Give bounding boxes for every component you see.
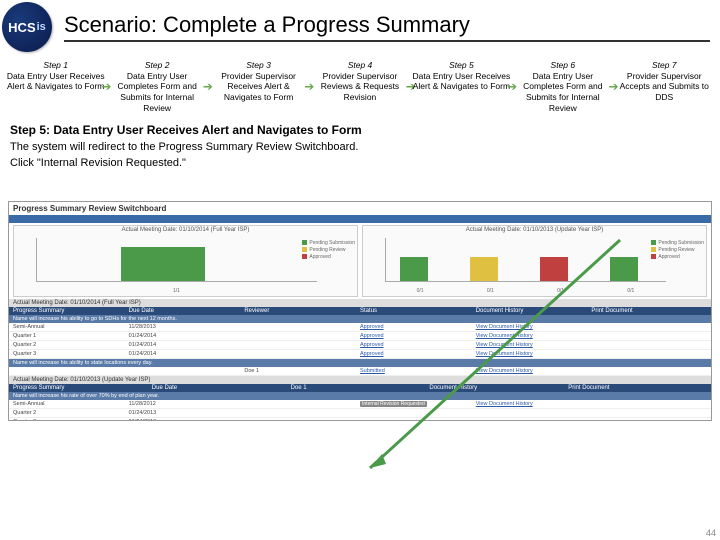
internal-revision-requested-link[interactable]: Internal Revision Requested [360, 401, 427, 407]
table-row: Quarter 201/24/2014ApprovedView Document… [9, 341, 711, 350]
ps-header: Progress SummaryDue DateReviewerStatusDo… [9, 307, 711, 315]
table-row: Quarter 101/24/2014ApprovedView Document… [9, 332, 711, 341]
step-flow: Step 1Data Entry User Receives Alert & N… [0, 52, 720, 119]
step-2: Step 2Data Entry User Completes Form and… [107, 60, 206, 113]
gray-band-1: Actual Meeting Date: 01/10/2014 (Full Ye… [9, 299, 711, 307]
chart-2: Actual Meeting Date: 01/10/2013 (Update … [362, 225, 707, 297]
step-1: Step 1Data Entry User Receives Alert & N… [6, 60, 105, 113]
goal-row: Name will increase his rate of over 70% … [9, 392, 711, 400]
legend: Pending Submission Pending Review Approv… [302, 240, 355, 261]
table-row: Semi-Annual11/28/2013ApprovedView Docume… [9, 323, 711, 332]
table-row: Quarter 301/24/2014ApprovedView Document… [9, 350, 711, 359]
header: HCSis Scenario: Complete a Progress Summ… [0, 0, 720, 52]
step-5: Step 5Data Entry User Receives Alert & N… [412, 60, 511, 113]
step-4: Step 4Provider Supervisor Reviews & Requ… [310, 60, 409, 113]
page-number: 44 [706, 528, 716, 538]
embedded-screenshot: Progress Summary Review Switchboard Actu… [8, 201, 712, 421]
switchboard-title: Progress Summary Review Switchboard [9, 202, 711, 215]
logo: HCSis [2, 2, 52, 52]
table-row: Quarter 301/24/2013 [9, 418, 711, 421]
goal-row: Name will increase his ability to state … [9, 359, 711, 367]
body-text-2: Click "Internal Revision Requested." [0, 155, 720, 171]
ps-header-2: Progress SummaryDue DateDoe 1Document Hi… [9, 384, 711, 392]
body-text-1: The system will redirect to the Progress… [0, 139, 720, 155]
table-row: Semi-Annual11/28/2012Internal Revision R… [9, 400, 711, 409]
step-7: Step 7Provider Supervisor Accepts and Su… [615, 60, 714, 113]
step-3: Step 3Provider Supervisor Receives Alert… [209, 60, 308, 113]
blue-band [9, 215, 711, 223]
chart-1: Actual Meeting Date: 01/10/2014 (Full Ye… [13, 225, 358, 297]
section-title: Step 5: Data Entry User Receives Alert a… [0, 119, 720, 139]
table-row: Quarter 201/24/2013 [9, 409, 711, 418]
step-6: Step 6Data Entry User Completes Form and… [513, 60, 612, 113]
gray-band-2: Actual Meeting Date: 01/10/2013 (Update … [9, 376, 711, 384]
chart-row: Actual Meeting Date: 01/10/2014 (Full Ye… [9, 223, 711, 299]
goal-row: Name will increase his ability to go to … [9, 315, 711, 323]
table-row: Doe 1SubmittedView Document History [9, 367, 711, 376]
legend: Pending Submission Pending Review Approv… [651, 240, 704, 261]
page-title: Scenario: Complete a Progress Summary [64, 12, 710, 42]
